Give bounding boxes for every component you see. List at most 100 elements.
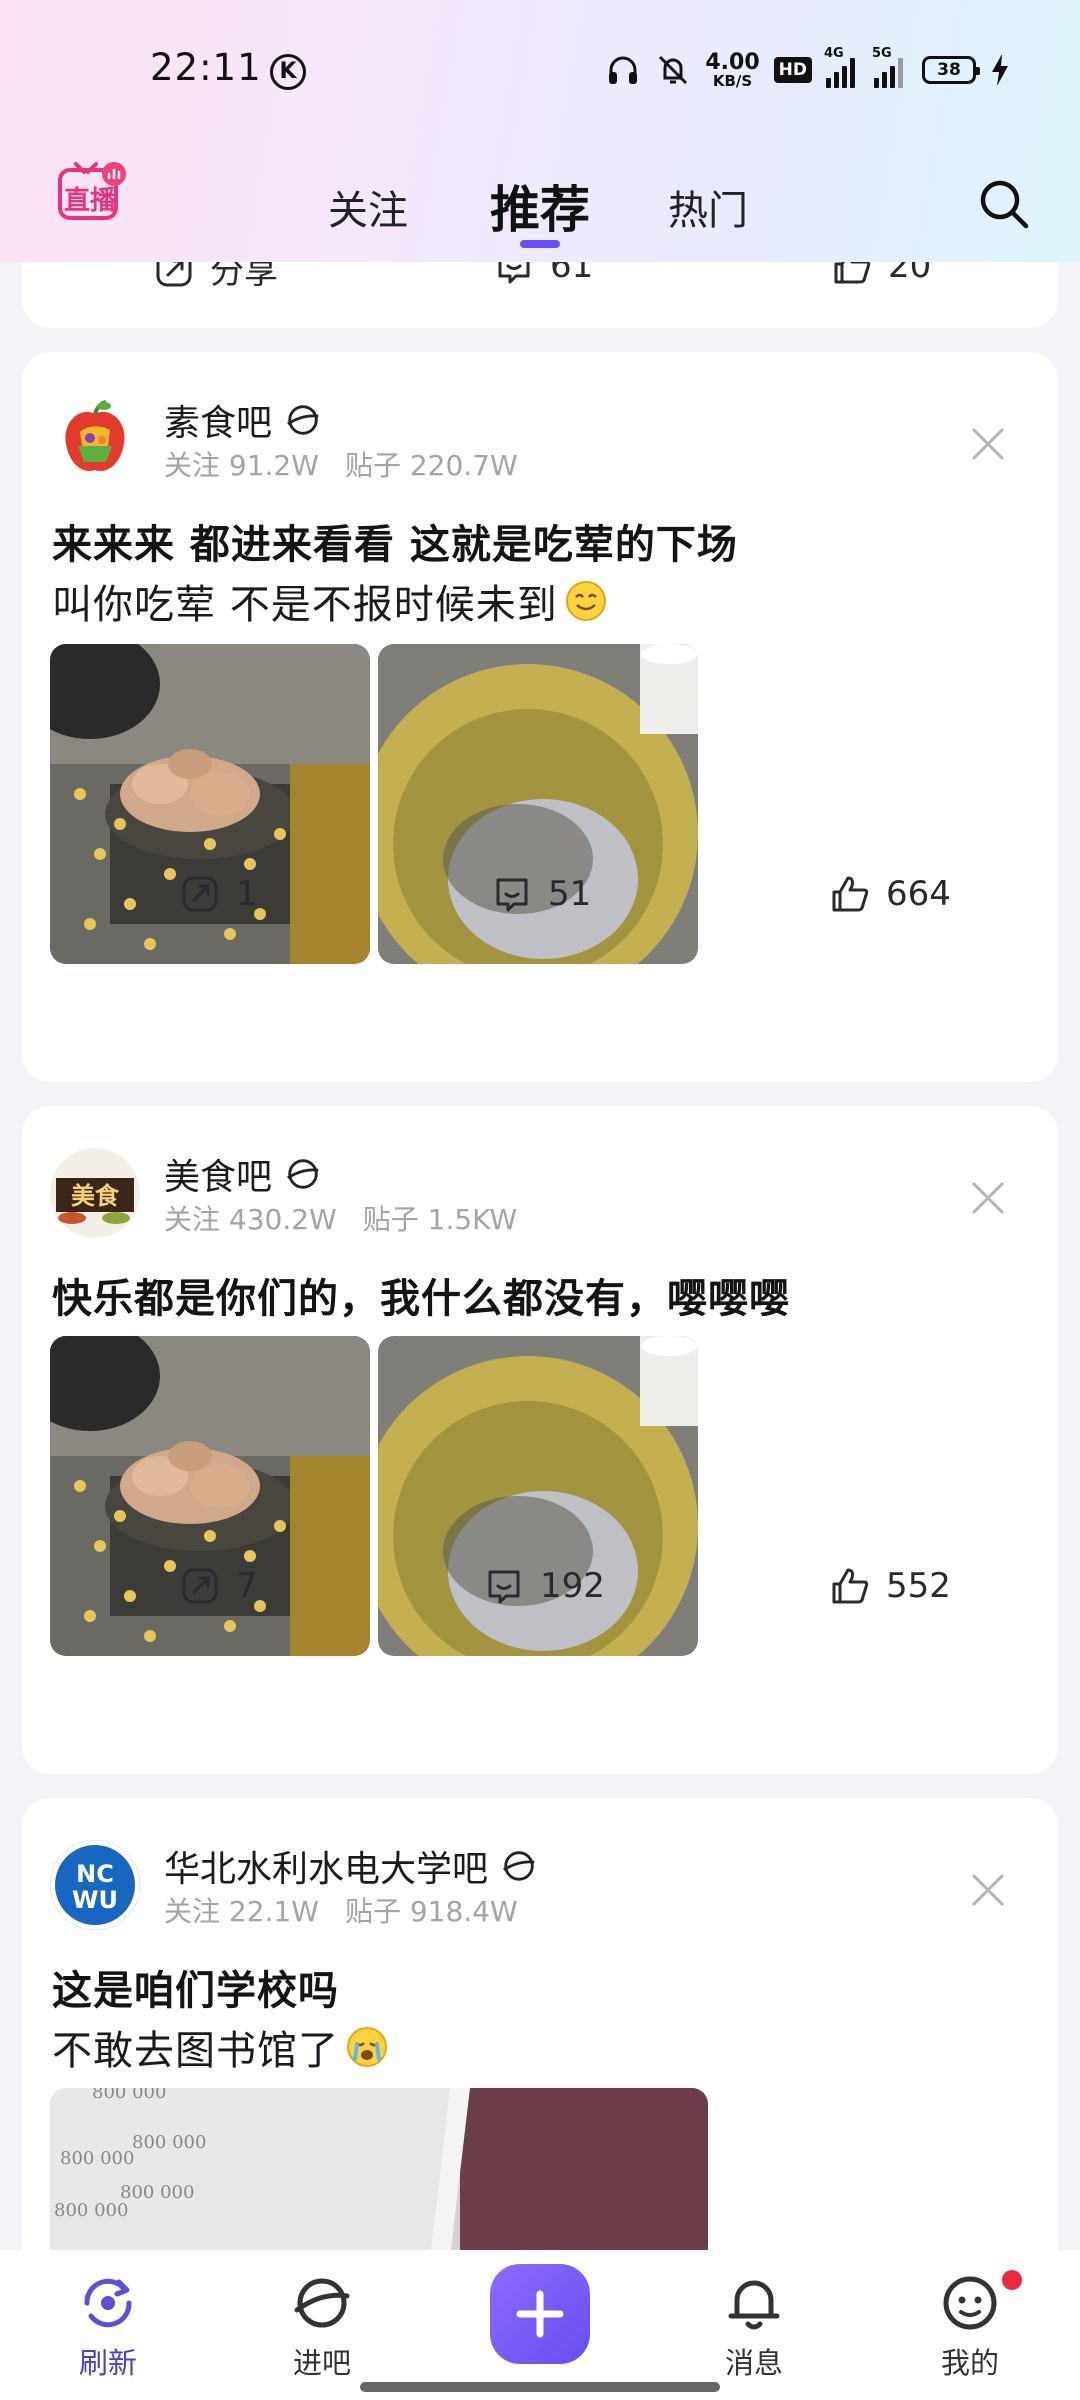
thumbs-up-icon — [832, 876, 869, 912]
crying-emoji-icon — [347, 2027, 387, 2067]
charging-bolt-icon — [992, 54, 1008, 86]
forum-name-text: 素食吧 — [164, 403, 273, 444]
forum-avatar[interactable] — [50, 394, 140, 484]
post-card[interactable]: 素食吧 关注 91.2W 贴子 220.7W 来来来 都进来看看 这就是吃荤的下场… — [22, 352, 1058, 1082]
hd-badge: HD — [773, 57, 812, 83]
planet-icon — [287, 1159, 319, 1189]
nav-messages-label: 消息 — [724, 2346, 783, 2380]
share-button[interactable]: 7 — [178, 1564, 258, 1608]
forum-name[interactable]: 美食吧 — [164, 1148, 322, 1200]
post-body[interactable]: 叫你吃荤 不是不报时候未到 — [52, 572, 608, 630]
forum-avatar[interactable]: NC WU — [50, 1840, 140, 1930]
post-title[interactable]: 来来来 都进来看看 这就是吃荤的下场 — [52, 512, 738, 570]
nav-forums[interactable]: 进吧 — [262, 2270, 382, 2382]
post-card[interactable]: 美食 美食吧 关注 430.2W 贴子 1.5KW 快乐都是你们的，我什么都没有，… — [22, 1106, 1058, 1774]
comment-button[interactable]: 51 — [490, 872, 591, 916]
sig-label: 5G — [872, 46, 892, 61]
forum-stats: 关注 91.2W 贴子 220.7W — [164, 444, 518, 484]
search-icon[interactable] — [976, 176, 1032, 232]
create-post-button[interactable] — [490, 2264, 590, 2364]
tab-hot[interactable]: 热门 — [668, 178, 748, 236]
forum-name-text: 美食吧 — [164, 1157, 273, 1198]
forum-name[interactable]: 华北水利水电大学吧 — [164, 1840, 538, 1892]
post-title[interactable]: 快乐都是你们的，我什么都没有，嘤嘤嘤 — [52, 1266, 790, 1324]
top-nav: 直播 关注 推荐 热门 — [0, 140, 1080, 262]
post-actions: 1 51 664 — [22, 872, 1058, 932]
tab-follow[interactable]: 关注 — [328, 178, 408, 236]
share-count: 1 — [236, 874, 258, 914]
signal-5g-icon: 5G — [872, 46, 908, 88]
home-indicator[interactable] — [360, 2382, 720, 2392]
tab-recommend[interactable]: 推荐 — [490, 170, 590, 242]
comment-button[interactable]: 192 — [482, 1564, 605, 1608]
bottom-nav: 刷新 进吧 消息 我的 — [0, 2250, 1080, 2400]
planet-icon — [503, 1851, 535, 1881]
forum-name-text: 华北水利水电大学吧 — [164, 1849, 489, 1890]
svg-text:WU: WU — [72, 1886, 118, 1914]
feed[interactable]: 分享 61 20 素食吧 关注 91.2W 贴子 220.7W 来来来 都进来看… — [0, 0, 1080, 2400]
sig-label: 4G — [824, 46, 844, 61]
post-image[interactable]: 800 000 800 000 800 000 800 000 800 000 — [50, 2088, 708, 2258]
plus-icon — [516, 2290, 564, 2338]
forum-posts-count: 贴子 1.5KW — [362, 1203, 518, 1236]
share-count: 7 — [236, 1566, 258, 1606]
network-speed: 4.00 KB/S — [705, 49, 760, 90]
net-speed-unit: KB/S — [712, 71, 753, 90]
nav-profile-label: 我的 — [940, 2346, 999, 2380]
status-bar: 22:11 K 4.00 KB/S HD 4G 5G 38 — [0, 0, 1080, 140]
share-button[interactable]: 1 — [178, 872, 258, 916]
live-button[interactable]: 直播 — [58, 160, 130, 222]
top-header: 22:11 K 4.00 KB/S HD 4G 5G 38 直播 关注 推荐 热… — [0, 0, 1080, 262]
signal-4g-icon: 4G — [824, 46, 860, 88]
like-count: 664 — [886, 874, 951, 914]
live-label: 直播 — [64, 186, 117, 216]
forum-posts-count: 贴子 918.4W — [344, 1895, 518, 1928]
status-icons: 4.00 KB/S HD 4G 5G 38 — [605, 46, 1010, 92]
refresh-icon — [84, 2278, 132, 2328]
active-tab-indicator — [520, 240, 560, 248]
forum-followers: 关注 91.2W — [164, 449, 319, 482]
post-actions: 7 192 552 — [22, 1564, 1058, 1624]
svg-text:美食: 美食 — [71, 1182, 120, 1210]
nav-refresh[interactable]: 刷新 — [48, 2270, 168, 2382]
post-title[interactable]: 这是咱们学校吗 — [52, 1958, 339, 2016]
forum-posts-count: 贴子 220.7W — [344, 449, 518, 482]
mute-bell-icon — [659, 55, 688, 85]
like-button[interactable]: 664 — [828, 872, 951, 916]
headphones-icon — [609, 56, 638, 84]
k-app-icon: K — [270, 54, 306, 90]
battery-icon: 38 — [922, 56, 980, 84]
smiley-face-icon — [943, 2276, 997, 2330]
svg-text:NC: NC — [76, 1860, 114, 1888]
university-logo-icon: NC WU — [50, 1840, 140, 1930]
net-speed-value: 4.00 — [705, 49, 760, 75]
nav-messages[interactable]: 消息 — [694, 2270, 814, 2382]
food-avatar-image: 美食 — [50, 1148, 140, 1238]
nav-profile[interactable]: 我的 — [910, 2270, 1030, 2382]
forum-stats: 关注 22.1W 贴子 918.4W — [164, 1890, 518, 1930]
post-body-text: 叫你吃荤 不是不报时候未到 — [52, 582, 558, 628]
nav-refresh-label: 刷新 — [78, 2346, 137, 2380]
close-icon[interactable] — [970, 426, 1006, 462]
vegetable-apple-icon — [50, 394, 140, 484]
comment-count: 192 — [540, 1566, 605, 1606]
comment-icon — [488, 1570, 520, 1604]
close-icon[interactable] — [970, 1180, 1006, 1216]
thumbs-up-icon — [832, 1568, 869, 1604]
like-button[interactable]: 552 — [828, 1564, 951, 1608]
close-icon[interactable] — [970, 1872, 1006, 1908]
planet-icon — [287, 405, 319, 435]
status-time: 22:11 — [150, 46, 262, 89]
notification-dot — [1002, 2270, 1022, 2290]
post-body[interactable]: 不敢去图书馆了 — [52, 2018, 389, 2076]
document-photo-image — [50, 2088, 708, 2258]
forum-name[interactable]: 素食吧 — [164, 394, 322, 446]
app-screen: 分享 61 20 素食吧 关注 91.2W 贴子 220.7W 来来来 都进来看… — [0, 0, 1080, 2400]
planet-icon — [294, 2278, 350, 2328]
image-number-text: 800 000 — [92, 2088, 167, 2103]
forum-avatar[interactable]: 美食 — [50, 1148, 140, 1238]
share-icon — [182, 876, 218, 912]
nav-forums-label: 进吧 — [292, 2346, 351, 2380]
like-count: 552 — [886, 1566, 951, 1606]
comment-icon — [496, 878, 528, 912]
